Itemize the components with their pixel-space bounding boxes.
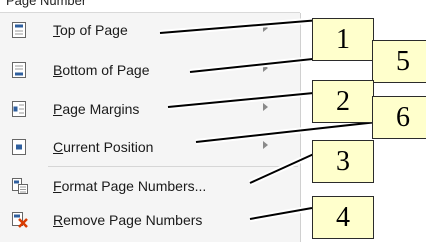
callout-1: 1 [312, 18, 374, 61]
callout-2: 2 [312, 80, 374, 123]
callout-4: 4 [312, 196, 374, 239]
callout-3: 3 [312, 140, 374, 183]
callout-5: 5 [372, 40, 426, 83]
callout-6: 6 [372, 96, 426, 139]
